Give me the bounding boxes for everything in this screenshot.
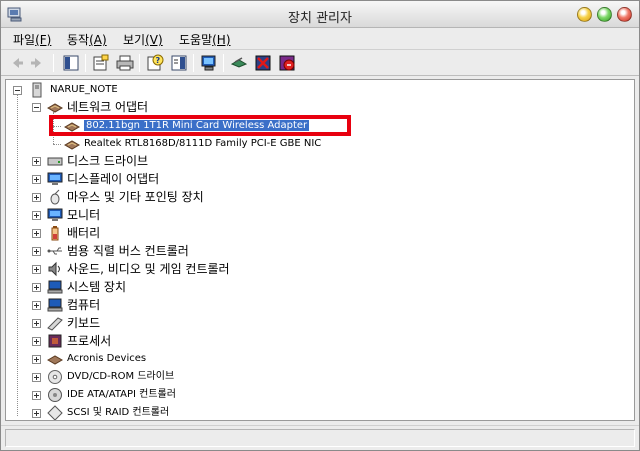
category-system-devices[interactable]: 시스템 장치 [67,279,126,295]
update-driver-icon[interactable] [229,53,249,73]
device-manager-window: 장치 관리자 파일(F) 동작(A) 보기(V) 도움말(H) ? NARUE_… [0,0,640,451]
minimize-button[interactable] [577,7,592,22]
back-arrow-icon[interactable] [7,53,27,73]
ide-controllers-expand-toggle[interactable] [32,391,41,400]
print-icon[interactable] [115,53,135,73]
category-usb-controllers[interactable]: 범용 직렬 버스 컨트롤러 [67,243,189,259]
network-adapters-collapse-toggle[interactable] [32,103,41,112]
menu-action-label: 동작 [67,33,90,47]
display-adapter-icon [47,172,63,185]
toolbar: ? [1,50,639,76]
toolbar-separator [85,54,86,72]
ide-controller-icon [48,388,62,402]
menu-file[interactable]: 파일(F) [13,31,51,48]
system-devices-icon [47,280,63,294]
close-button[interactable] [617,7,632,22]
category-display-adapters[interactable]: 디스플레이 어댑터 [67,171,159,187]
category-ide-controllers[interactable]: IDE ATA/ATAPI 컨트롤러 [67,387,176,403]
category-acronis-devices[interactable]: Acronis Devices [67,351,146,367]
monitors-expand-toggle[interactable] [32,211,41,220]
speaker-icon [48,261,60,277]
menu-view-mnemonic: (V) [145,33,163,47]
scsi-controller-icon [47,405,63,420]
toolbar-separator [223,54,224,72]
processor-icon [48,334,62,348]
category-processors[interactable]: 프로세서 [67,333,111,349]
root-computer-name[interactable]: NARUE_NOTE [50,82,118,98]
computer-icon [32,82,42,98]
usb-icon [47,247,62,255]
keyboards-expand-toggle[interactable] [32,319,41,328]
toolbar-separator [53,54,54,72]
usb-controllers-expand-toggle[interactable] [32,247,41,256]
category-network-adapters[interactable]: 네트워크 어댑터 [67,99,148,115]
category-dvd-drives[interactable]: DVD/CD-ROM 드라이브 [67,369,174,385]
maximize-button[interactable] [597,7,612,22]
forward-arrow-icon[interactable] [27,53,47,73]
toolbar-separator [193,54,194,72]
acronis-devices-expand-toggle[interactable] [32,355,41,364]
category-batteries[interactable]: 배터리 [67,225,100,241]
computer-category-icon [47,298,63,312]
console-view-icon[interactable] [169,53,189,73]
menu-bar: 파일(F) 동작(A) 보기(V) 도움말(H) [1,28,639,50]
menu-view[interactable]: 보기(V) [123,31,163,48]
monitor-icon [47,208,63,221]
category-monitors[interactable]: 모니터 [67,207,100,223]
status-panel [5,429,635,447]
disable-device-icon[interactable] [253,53,273,73]
menu-view-label: 보기 [123,33,146,47]
processors-expand-toggle[interactable] [32,337,41,346]
menu-action[interactable]: 동작(A) [67,31,107,48]
menu-file-mnemonic: (F) [35,33,52,47]
window-title: 장치 관리자 [288,11,352,26]
disk-drive-icon [47,157,63,166]
batteries-expand-toggle[interactable] [32,229,41,238]
battery-icon [51,226,59,241]
help-icon[interactable]: ? [145,53,165,73]
dvd-drives-expand-toggle[interactable] [32,373,41,382]
title-bar[interactable]: 장치 관리자 [1,1,639,28]
system-devices-expand-toggle[interactable] [32,283,41,292]
category-scsi-controllers[interactable]: SCSI 및 RAID 컨트롤러 [67,405,169,420]
category-mice[interactable]: 마우스 및 기타 포인팅 장치 [67,189,204,205]
menu-help[interactable]: 도움말(H) [179,31,231,48]
toolbar-separator [139,54,140,72]
sound-controllers-expand-toggle[interactable] [32,265,41,274]
uninstall-device-icon[interactable] [277,53,297,73]
annotation-highlight-box [49,115,351,136]
category-keyboards[interactable]: 키보드 [67,315,100,331]
mice-expand-toggle[interactable] [32,193,41,202]
scsi-controllers-expand-toggle[interactable] [32,409,41,418]
properties-icon[interactable] [91,53,111,73]
menu-help-mnemonic: (H) [212,33,231,47]
computer-expand-toggle[interactable] [32,301,41,310]
device-realtek-nic[interactable]: Realtek RTL8168D/8111D Family PCI-E GBE … [84,136,321,152]
display-adapters-expand-toggle[interactable] [32,175,41,184]
category-computer[interactable]: 컴퓨터 [67,297,100,313]
menu-help-label: 도움말 [179,33,213,47]
svg-text:?: ? [156,56,161,65]
tree-connector [53,144,61,145]
optical-drive-icon [48,370,62,384]
device-tree-panel[interactable]: NARUE_NOTE 네트워크 어댑터 802.11bgn 1T1R Mini … [5,79,635,421]
acronis-device-icon [47,355,63,365]
category-sound-controllers[interactable]: 사운드, 비디오 및 게임 컨트롤러 [67,261,230,277]
status-bar [1,425,639,450]
show-hide-console-tree-icon[interactable] [61,53,81,73]
menu-action-mnemonic: (A) [89,33,107,47]
category-disk-drives[interactable]: 디스크 드라이브 [67,153,148,169]
tree-connector [17,94,18,416]
keyboard-icon [47,317,63,331]
network-card-icon [64,140,80,150]
scan-hardware-changes-icon[interactable] [199,53,219,73]
network-card-icon [47,103,63,113]
root-collapse-toggle[interactable] [13,86,22,95]
disk-drives-expand-toggle[interactable] [32,157,41,166]
menu-file-label: 파일 [13,33,36,47]
mouse-icon [50,189,60,205]
